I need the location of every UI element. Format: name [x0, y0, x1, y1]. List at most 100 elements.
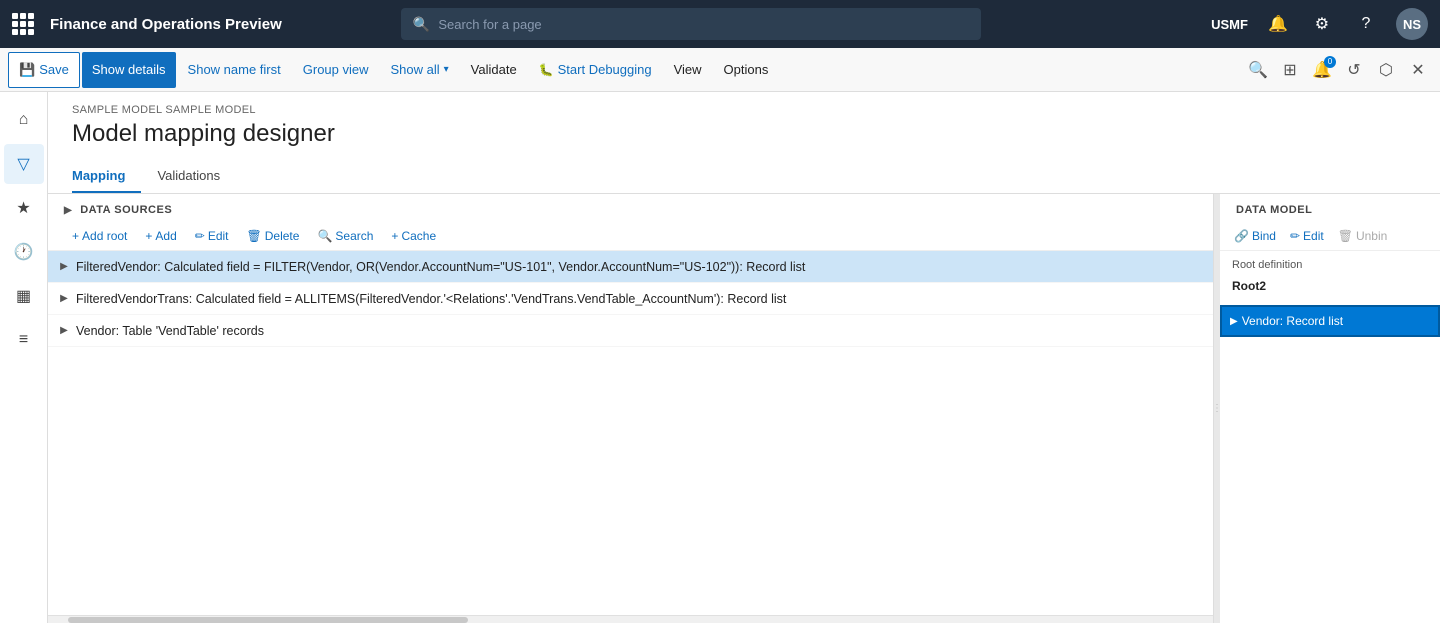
group-view-label: Group view [303, 62, 369, 77]
add-root-icon: + [72, 229, 79, 243]
refresh-toolbar-button[interactable]: ↺ [1340, 56, 1368, 84]
delete-button[interactable]: 🗑 Delete [239, 226, 308, 246]
show-name-first-label: Show name first [188, 62, 281, 77]
dm-tree-row[interactable]: ▶ Vendor: Record list [1220, 305, 1440, 337]
view-label: View [674, 62, 702, 77]
view-button[interactable]: View [664, 52, 712, 88]
sidebar-item-modules[interactable]: ≡ [4, 320, 44, 360]
sidebar-item-workspaces[interactable]: ▦ [4, 276, 44, 316]
bottom-scrollbar[interactable] [48, 615, 1213, 623]
edit-button[interactable]: ✏ Edit [187, 226, 237, 246]
data-model-header: DATA MODEL [1220, 194, 1440, 222]
environment-label: USMF [1211, 17, 1248, 32]
close-toolbar-button[interactable]: ✕ [1404, 56, 1432, 84]
chevron-down-icon: ▾ [444, 64, 449, 75]
help-button[interactable]: ? [1352, 10, 1380, 38]
tree-expand-icon-0[interactable]: ▶ [56, 259, 72, 275]
sidebar: ⌂ ▽ ★ 🕐 ▦ ≡ [0, 92, 48, 623]
sidebar-item-home[interactable]: ⌂ [4, 100, 44, 140]
tab-validations[interactable]: Validations [157, 160, 236, 193]
tree-row[interactable]: ▶ FilteredVendorTrans: Calculated field … [48, 283, 1213, 315]
edit-label: Edit [208, 229, 229, 243]
add-root-label: Add root [82, 229, 127, 243]
data-model-section: DATA MODEL 🔗 Bind ✏ Edit 🗑 Unbin [1220, 194, 1440, 623]
data-model-actions: 🔗 Bind ✏ Edit 🗑 Unbin [1220, 222, 1440, 251]
main-layout: ⌂ ▽ ★ 🕐 ▦ ≡ SAMPLE MODEL SAMPLE MODEL Mo… [0, 92, 1440, 623]
group-view-button[interactable]: Group view [293, 52, 379, 88]
debug-icon: 🐛 [539, 63, 554, 77]
bind-label: Bind [1252, 229, 1276, 243]
data-sources-panel: ▶ DATA SOURCES + Add root + Add ✏ E [48, 194, 1440, 623]
tree-row[interactable]: ▶ FilteredVendor: Calculated field = FIL… [48, 251, 1213, 283]
tab-bar: Mapping Validations [48, 160, 1440, 194]
dm-edit-label: Edit [1303, 229, 1324, 243]
global-search-bar[interactable]: 🔍 [401, 8, 981, 40]
data-sources-section: ▶ DATA SOURCES + Add root + Add ✏ E [48, 194, 1214, 623]
settings-button[interactable]: ⚙ [1308, 10, 1336, 38]
show-name-first-button[interactable]: Show name first [178, 52, 291, 88]
start-debugging-button[interactable]: 🐛 Start Debugging [529, 52, 662, 88]
unbin-icon: 🗑 [1338, 229, 1353, 243]
data-sources-toolbar: + Add root + Add ✏ Edit 🗑 Delete [48, 222, 1213, 251]
dm-edit-button[interactable]: ✏ Edit [1284, 226, 1330, 246]
dm-edit-icon: ✏ [1290, 229, 1300, 243]
options-button[interactable]: Options [714, 52, 779, 88]
app-grid-icon[interactable] [12, 13, 34, 35]
global-search-input[interactable] [438, 17, 969, 32]
toolbar-search-button[interactable]: 🔍 [1244, 56, 1272, 84]
page-title: Model mapping designer [48, 116, 1440, 160]
data-sources-tree: ▶ FilteredVendor: Calculated field = FIL… [48, 251, 1213, 615]
bind-icon: 🔗 [1234, 229, 1249, 243]
root-definition-value: Root2 [1220, 275, 1440, 301]
tree-expand-icon-1[interactable]: ▶ [56, 291, 72, 307]
tab-mapping[interactable]: Mapping [72, 160, 141, 193]
show-details-button[interactable]: Show details [82, 52, 176, 88]
save-icon: 💾 [19, 62, 35, 78]
delete-label: Delete [265, 229, 300, 243]
sidebar-item-favorites[interactable]: ★ [4, 188, 44, 228]
notifications-toolbar-button[interactable]: 🔔 0 [1308, 56, 1336, 84]
add-root-button[interactable]: + Add root [64, 226, 135, 246]
layout-button[interactable]: ⊞ [1276, 56, 1304, 84]
tree-item-label-2: Vendor: Table 'VendTable' records [76, 324, 264, 338]
save-label: Save [39, 62, 69, 77]
sidebar-item-recent[interactable]: 🕐 [4, 232, 44, 272]
share-toolbar-button[interactable]: ⬡ [1372, 56, 1400, 84]
tree-row[interactable]: ▶ Vendor: Table 'VendTable' records [48, 315, 1213, 347]
unbin-button[interactable]: 🗑 Unbin [1332, 226, 1394, 246]
search-icon: 🔍 [317, 229, 332, 243]
data-sources-title: DATA SOURCES [80, 204, 172, 216]
sidebar-item-filter[interactable]: ▽ [4, 144, 44, 184]
unbin-label: Unbin [1356, 229, 1387, 243]
validate-button[interactable]: Validate [461, 52, 527, 88]
delete-icon: 🗑 [247, 229, 262, 243]
tree-item-label-0: FilteredVendor: Calculated field = FILTE… [76, 260, 805, 274]
dm-tree-expand-icon-0[interactable]: ▶ [1230, 316, 1238, 327]
validate-label: Validate [471, 62, 517, 77]
cache-button[interactable]: + Cache [383, 226, 444, 246]
data-sources-header: ▶ DATA SOURCES [48, 194, 1213, 222]
show-details-label: Show details [92, 62, 166, 77]
show-all-label: Show all [391, 62, 440, 77]
top-navigation: Finance and Operations Preview 🔍 USMF 🔔 … [0, 0, 1440, 48]
cache-icon: + [391, 229, 398, 243]
bind-button[interactable]: 🔗 Bind [1228, 226, 1282, 246]
show-all-button[interactable]: Show all ▾ [381, 52, 459, 88]
notifications-button[interactable]: 🔔 [1264, 10, 1292, 38]
add-icon: + [145, 229, 152, 243]
avatar[interactable]: NS [1396, 8, 1428, 40]
tree-item-label-1: FilteredVendorTrans: Calculated field = … [76, 292, 786, 306]
data-sources-expand-icon[interactable]: ▶ [64, 205, 72, 216]
data-model-tree: ▶ Vendor: Record list [1220, 301, 1440, 623]
app-title: Finance and Operations Preview [50, 16, 282, 33]
root-definition-label: Root definition [1220, 251, 1440, 275]
save-button[interactable]: 💾 Save [8, 52, 80, 88]
search-button[interactable]: 🔍 Search [309, 226, 381, 246]
tree-expand-icon-2[interactable]: ▶ [56, 323, 72, 339]
search-label: Search [335, 229, 373, 243]
options-label: Options [724, 62, 769, 77]
start-debugging-label: Start Debugging [558, 62, 652, 77]
add-button[interactable]: + Add [137, 226, 184, 246]
top-nav-right: USMF 🔔 ⚙ ? NS [1211, 8, 1428, 40]
breadcrumb: SAMPLE MODEL SAMPLE MODEL [48, 92, 1440, 116]
